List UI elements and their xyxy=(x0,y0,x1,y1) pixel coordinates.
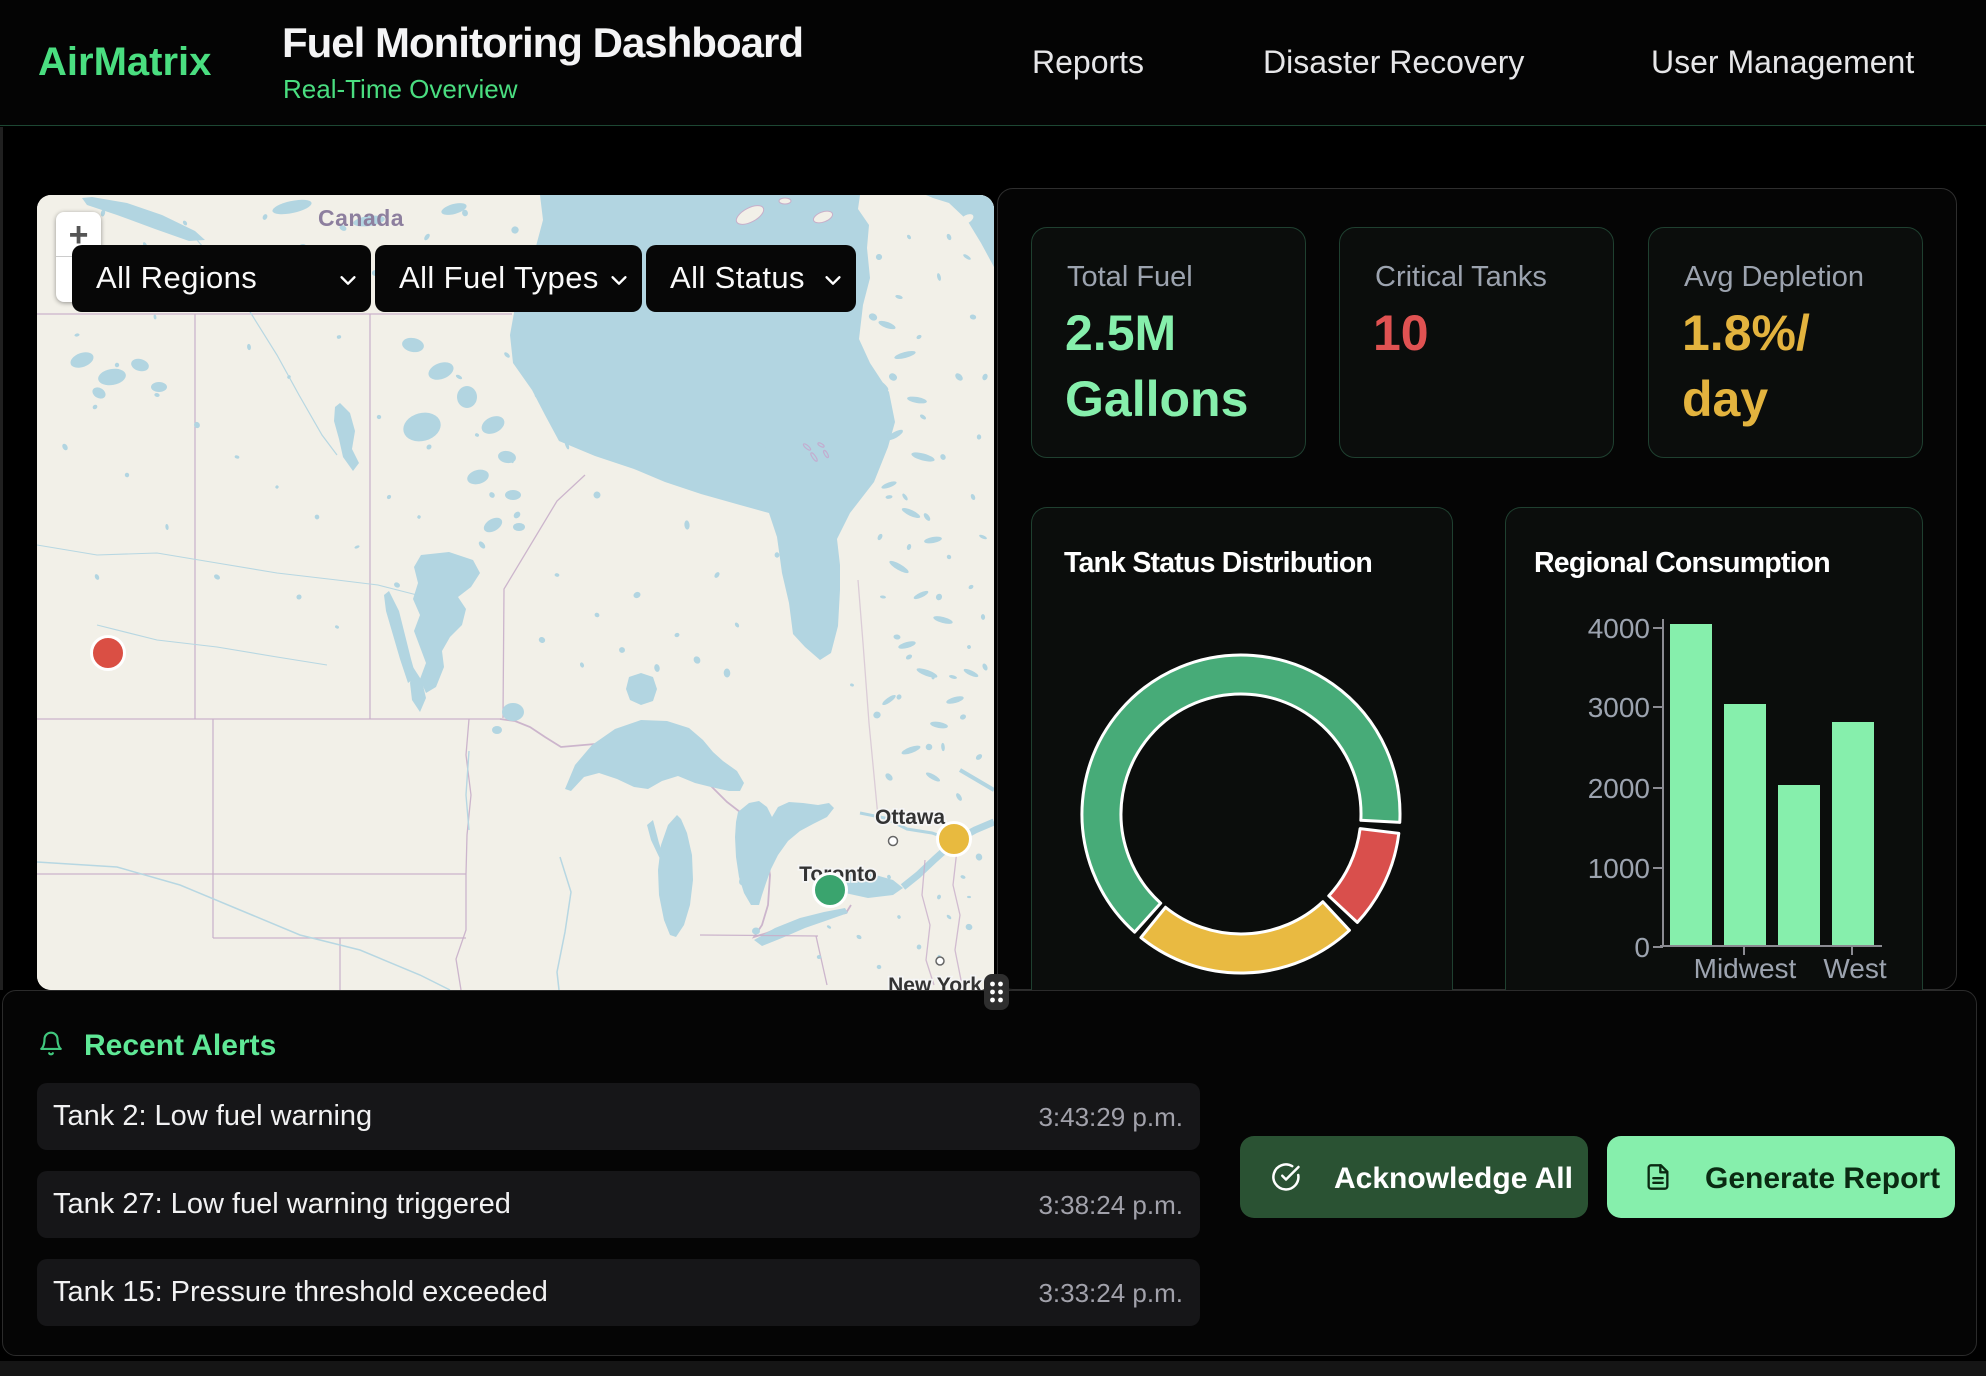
svg-text:2000: 2000 xyxy=(1588,773,1650,804)
svg-text:New York: New York xyxy=(888,974,982,990)
svg-text:Canada: Canada xyxy=(318,205,404,231)
svg-text:3000: 3000 xyxy=(1588,692,1650,723)
svg-text:Midwest: Midwest xyxy=(1694,953,1797,984)
svg-text:4000: 4000 xyxy=(1588,613,1650,644)
svg-text:Ottawa: Ottawa xyxy=(875,806,945,829)
svg-text:0: 0 xyxy=(1634,932,1650,963)
svg-text:1000: 1000 xyxy=(1588,853,1650,884)
svg-text:West: West xyxy=(1823,953,1886,984)
